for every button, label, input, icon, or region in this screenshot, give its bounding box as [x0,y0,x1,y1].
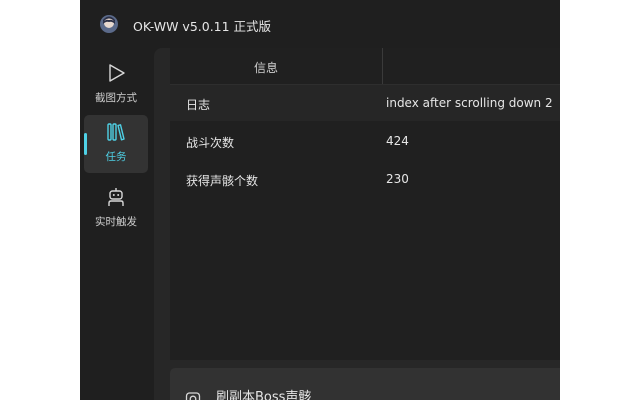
column-header-info: 信息 [254,61,279,75]
row-value: 230 [386,172,409,186]
play-icon [109,64,125,82]
column-divider[interactable] [382,48,383,84]
camera-icon [185,392,201,400]
sidebar-item-label: 实时触发 [95,216,137,228]
table-header: 信息 [170,48,560,85]
sidebar: 截图方式 任务 实时触发 [80,48,152,400]
app-window: OK-WW v5.0.11 正式版 截图方式 任务 实时触发 信息 日志 ind… [80,0,560,400]
task-card-title: 刷副本Boss声骸 [216,390,312,400]
sidebar-item-realtime-trigger[interactable]: 实时触发 [84,180,148,238]
row-key: 获得声骸个数 [186,174,259,188]
app-logo-icon [100,15,118,33]
row-value: index after scrolling down 2 [386,96,553,110]
info-table: 信息 日志 index after scrolling down 2 战斗次数 … [170,48,560,360]
sidebar-item-tasks[interactable]: 任务 [84,115,148,173]
title-bar: OK-WW v5.0.11 正式版 [80,0,560,48]
table-row[interactable]: 日志 index after scrolling down 2 [170,85,560,121]
task-card[interactable]: 刷副本Boss声骸 [170,368,560,400]
table-row[interactable]: 获得声骸个数 230 [170,161,560,197]
table-row[interactable]: 战斗次数 424 [170,123,560,159]
robot-icon [108,188,124,206]
app-title: OK-WW v5.0.11 正式版 [133,19,272,34]
sidebar-item-label: 截图方式 [95,92,137,104]
row-value: 424 [386,134,409,148]
sidebar-item-screenshot-method[interactable]: 截图方式 [84,56,148,114]
row-key: 日志 [186,98,211,112]
row-key: 战斗次数 [186,136,235,150]
main-content: 信息 日志 index after scrolling down 2 战斗次数 … [154,48,560,400]
library-icon [107,123,125,141]
sidebar-item-label: 任务 [105,151,127,163]
